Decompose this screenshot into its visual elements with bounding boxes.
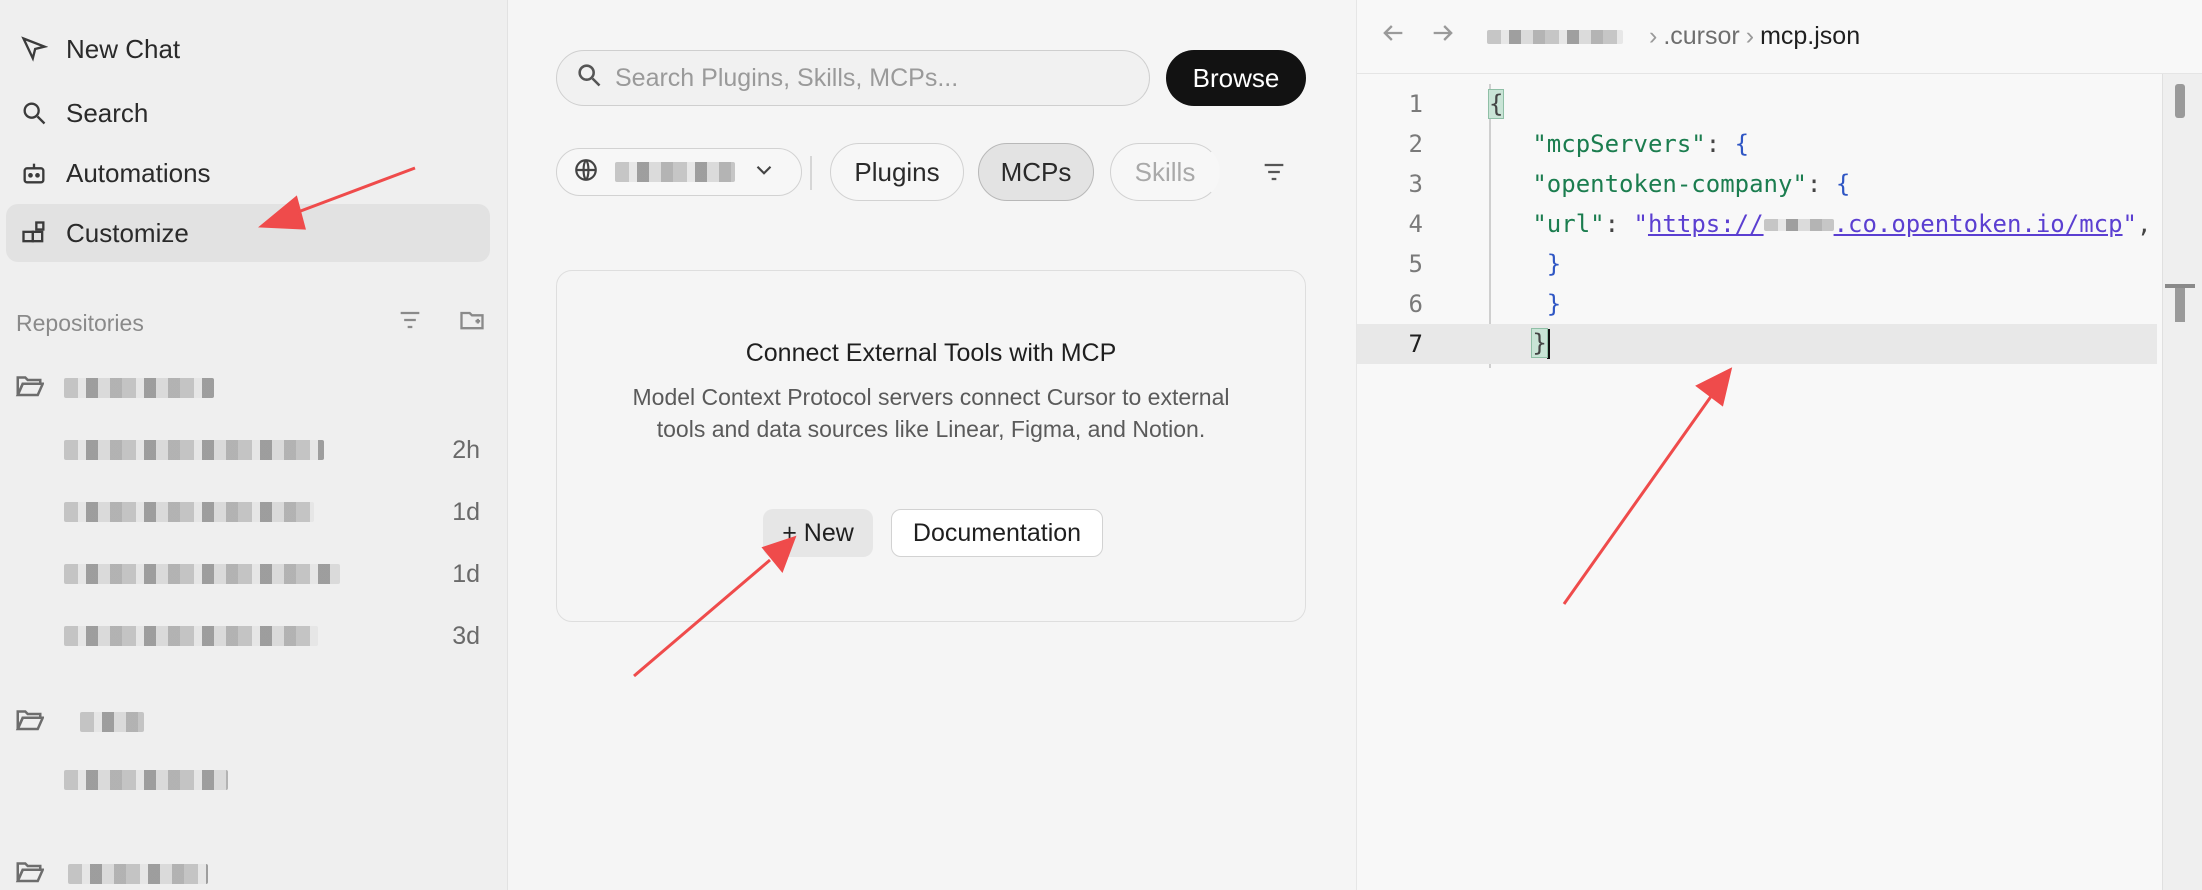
code-text: } <box>1546 290 1562 318</box>
nav-customize[interactable]: Customize <box>6 204 490 262</box>
line-number: 3 <box>1408 170 1423 198</box>
line-number: 4 <box>1408 210 1423 238</box>
search-icon <box>18 97 50 129</box>
divider <box>810 156 812 190</box>
code-line: 5 } <box>1357 244 2157 284</box>
line-number: 2 <box>1408 130 1423 158</box>
browse-button[interactable]: Browse <box>1166 50 1306 106</box>
chat-title-redacted <box>64 440 324 460</box>
line-number: 5 <box>1408 250 1423 278</box>
documentation-button[interactable]: Documentation <box>891 509 1103 557</box>
marketplace-panel: Search Plugins, Skills, MCPs... Browse P… <box>508 0 1356 890</box>
code-line: 2 "mcpServers": { <box>1357 124 2157 164</box>
tab-mcps[interactable]: MCPs <box>978 143 1094 201</box>
repo-name-redacted <box>64 377 214 398</box>
marketplace-search[interactable]: Search Plugins, Skills, MCPs... <box>556 50 1150 106</box>
chevron-right-icon: › <box>1649 22 1658 50</box>
code-text: { <box>1487 89 1505 119</box>
chat-age: 3d <box>452 621 480 650</box>
path-redacted <box>1487 29 1623 44</box>
card-description: Model Context Protocol servers connect C… <box>632 384 1230 442</box>
tab-plugins[interactable]: Plugins <box>830 143 964 201</box>
chevron-down-icon <box>751 157 777 188</box>
repo-group-2[interactable] <box>14 704 144 739</box>
repositories-header: Repositories <box>16 306 486 340</box>
chevron-right-icon: › <box>1745 22 1755 50</box>
editor-panel: › .cursor › mcp.json 1 { 2 "mcpServers":… <box>1356 0 2202 890</box>
chat-title-redacted <box>64 626 318 646</box>
search-icon <box>575 61 615 96</box>
line-number: 7 <box>1408 330 1423 358</box>
code-area[interactable]: 1 { 2 "mcpServers": { 3 "opentoken-compa… <box>1357 84 2157 364</box>
chat-age: 1d <box>452 497 480 526</box>
forward-arrow-icon[interactable] <box>1429 19 1457 54</box>
chat-item[interactable]: 3d <box>64 616 480 656</box>
scope-selector[interactable] <box>556 148 802 196</box>
repo-group-3[interactable] <box>14 856 208 890</box>
blocks-icon <box>18 217 50 249</box>
code-text: "mcpServers": { <box>1532 130 1750 158</box>
breadcrumb-file[interactable]: mcp.json <box>1760 22 1860 51</box>
mcp-url-link[interactable]: https://.co.opentoken.io/mcp <box>1648 210 2123 238</box>
chat-age: 2h <box>452 435 480 464</box>
line-number: 1 <box>1408 90 1423 118</box>
text-cursor <box>1546 329 1550 359</box>
send-icon <box>18 33 50 65</box>
chat-title-redacted <box>64 770 228 790</box>
sidebar: New Chat Search Automations Customize Re… <box>0 0 508 890</box>
nav-new-chat-label: New Chat <box>66 33 181 64</box>
breadcrumb-folder[interactable]: .cursor <box>1663 22 1739 51</box>
nav-search[interactable]: Search <box>6 84 490 142</box>
search-placeholder: Search Plugins, Skills, MCPs... <box>615 63 959 92</box>
nav-automations[interactable]: Automations <box>6 144 490 202</box>
scrollbar-marker <box>2175 288 2185 322</box>
scope-name-redacted <box>615 162 735 182</box>
chat-item[interactable]: 1d <box>64 492 480 532</box>
code-text: "url": "https://.co.opentoken.io/mcp", <box>1532 210 2152 238</box>
chat-age: 1d <box>452 559 480 588</box>
nav-search-label: Search <box>66 97 149 128</box>
card-title: Connect External Tools with MCP <box>745 339 1117 367</box>
chat-item[interactable] <box>64 760 480 800</box>
code-text: } <box>1546 250 1562 278</box>
editor-scrollbar[interactable] <box>2162 74 2202 890</box>
add-folder-icon[interactable] <box>458 306 486 340</box>
code-text: "opentoken-company": { <box>1532 170 1851 198</box>
nav-new-chat[interactable]: New Chat <box>6 20 490 78</box>
code-line: 4 "url": "https://.co.opentoken.io/mcp", <box>1357 204 2157 244</box>
nav-automations-label: Automations <box>66 157 211 188</box>
code-line-current: 7 } <box>1357 324 2157 364</box>
repositories-label: Repositories <box>16 309 144 336</box>
folder-open-icon <box>14 370 45 405</box>
folder-open-icon <box>14 704 45 739</box>
chat-title-redacted <box>64 502 314 522</box>
globe-icon <box>573 157 599 188</box>
mcp-empty-state-card: Connect External Tools with MCP Model Co… <box>556 270 1306 622</box>
repo-group-1[interactable] <box>14 370 214 405</box>
code-text: } <box>1489 328 1550 359</box>
tab-skills[interactable]: Skills <box>1110 143 1220 201</box>
chat-item[interactable]: 2h <box>64 430 480 470</box>
new-mcp-button[interactable]: + New <box>763 509 873 557</box>
code-line: 3 "opentoken-company": { <box>1357 164 2157 204</box>
scrollbar-thumb[interactable] <box>2175 84 2185 118</box>
nav-customize-label: Customize <box>66 217 189 248</box>
filter-icon[interactable] <box>396 306 424 340</box>
code-line: 6 } <box>1357 284 2157 324</box>
repo-name-redacted <box>80 711 144 732</box>
chat-title-redacted <box>64 564 340 584</box>
chat-item[interactable]: 1d <box>64 554 480 594</box>
editor-toolbar: › .cursor › mcp.json <box>1357 0 2202 74</box>
filter-icon[interactable] <box>1260 158 1288 186</box>
repo-name-redacted <box>68 863 208 884</box>
folder-open-icon <box>14 856 45 890</box>
robot-icon <box>18 157 50 189</box>
back-arrow-icon[interactable] <box>1379 19 1407 54</box>
code-line: 1 { <box>1357 84 2157 124</box>
line-number: 6 <box>1408 290 1423 318</box>
